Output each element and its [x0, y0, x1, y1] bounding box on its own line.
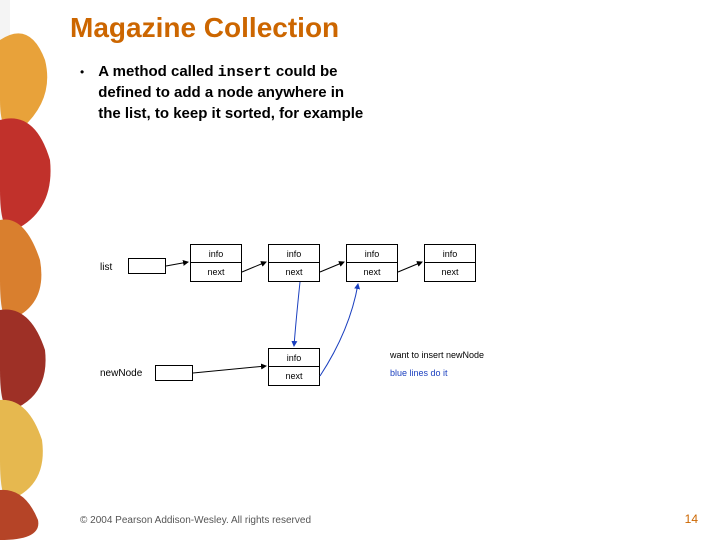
- list-node: info next: [424, 244, 476, 282]
- list-node: info next: [268, 244, 320, 282]
- bullet-text: A method called insert could be defined …: [98, 62, 370, 124]
- node-info-cell: info: [425, 245, 475, 263]
- slide-title: Magazine Collection: [70, 12, 700, 44]
- bullet-item: • A method called insert could be define…: [80, 62, 370, 124]
- list-head-box: [128, 258, 166, 274]
- node-info-cell: info: [269, 349, 319, 367]
- new-node: info next: [268, 348, 320, 386]
- linked-list-diagram: list info next info next info next info …: [100, 240, 540, 450]
- annotation-want-insert: want to insert newNode: [390, 350, 484, 360]
- bullet-marker: •: [80, 65, 84, 79]
- node-info-cell: info: [269, 245, 319, 263]
- list-node: info next: [346, 244, 398, 282]
- list-node: info next: [190, 244, 242, 282]
- annotation-blue-lines: blue lines do it: [390, 368, 448, 378]
- bullet-prefix: A method called: [98, 63, 217, 80]
- slide-body: Magazine Collection • A method called in…: [70, 12, 700, 124]
- node-next-cell: next: [269, 263, 319, 281]
- page-number: 14: [685, 512, 698, 526]
- node-next-cell: next: [269, 367, 319, 385]
- slide-side-decoration: [0, 0, 60, 540]
- copyright-footer: © 2004 Pearson Addison-Wesley. All right…: [80, 515, 311, 526]
- node-next-cell: next: [425, 263, 475, 281]
- newnode-label: newNode: [100, 368, 142, 379]
- list-label: list: [100, 262, 112, 273]
- node-info-cell: info: [347, 245, 397, 263]
- bullet-code: insert: [218, 64, 272, 81]
- node-info-cell: info: [191, 245, 241, 263]
- node-next-cell: next: [191, 263, 241, 281]
- newnode-head-box: [155, 365, 193, 381]
- node-next-cell: next: [347, 263, 397, 281]
